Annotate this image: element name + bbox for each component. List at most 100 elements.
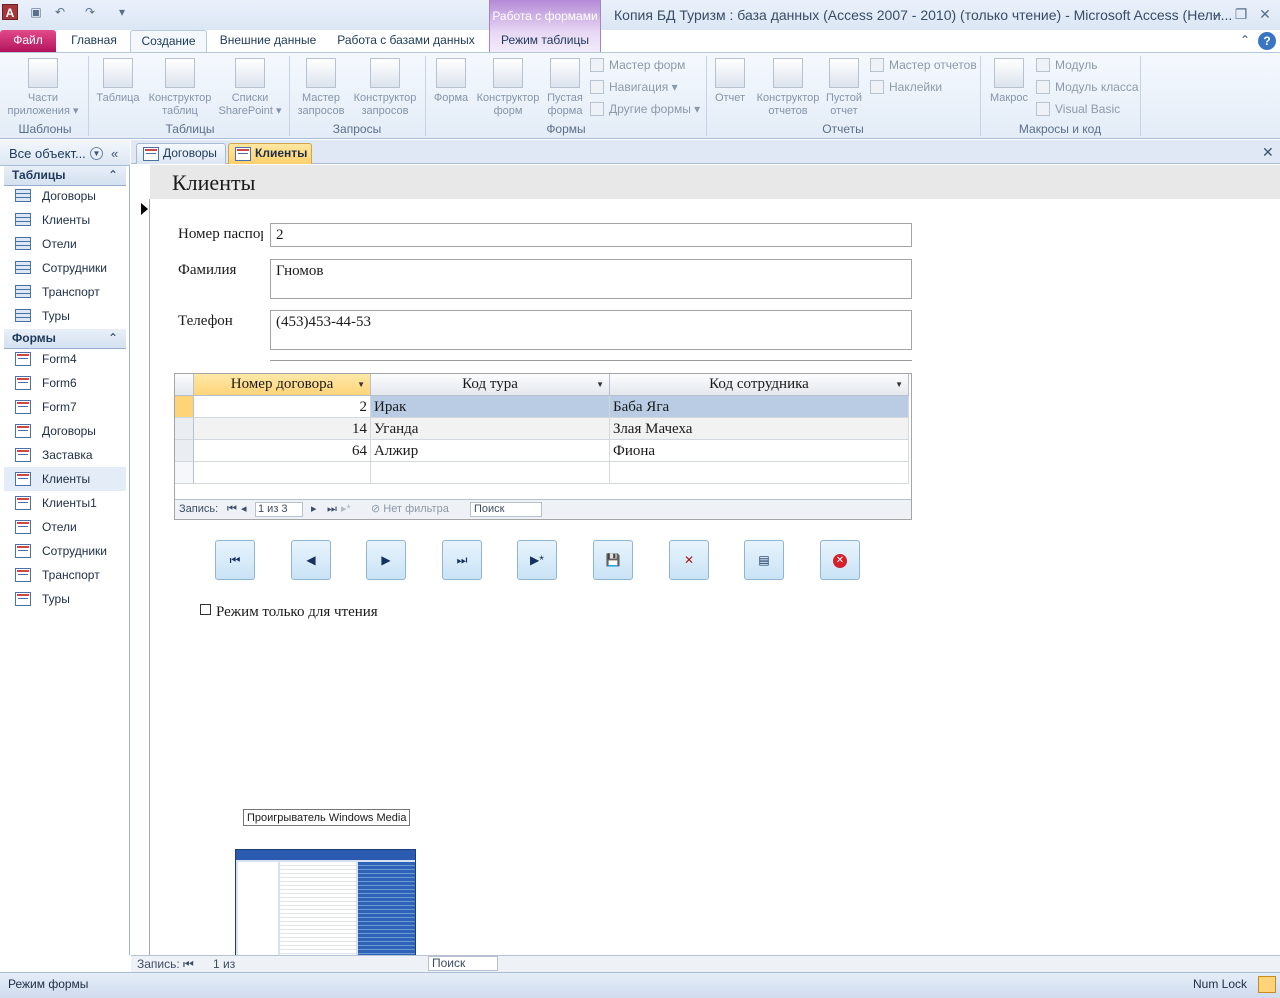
nav-table-item[interactable]: Отели (4, 232, 126, 256)
labels-button[interactable]: Наклейки (870, 78, 942, 98)
nav-section-tables[interactable]: Таблицы ⌃ (4, 166, 126, 186)
collapse-pane-icon[interactable]: « (111, 146, 118, 161)
table-cell[interactable]: Ирак (371, 396, 610, 418)
class-module-button[interactable]: Модуль класса (1036, 78, 1139, 98)
report-button[interactable]: Отчет (710, 58, 750, 105)
form-view-icon[interactable] (1258, 976, 1276, 993)
nav-form-item[interactable]: Транспорт (4, 563, 126, 587)
form-search-input[interactable]: Поиск (428, 956, 498, 971)
minimize-icon[interactable]: – (1207, 6, 1227, 22)
tab-database-tools[interactable]: Работа с базами данных (330, 30, 482, 53)
redo-icon[interactable]: ↷ (82, 4, 98, 20)
table-cell[interactable]: 2 (194, 396, 371, 418)
first-record-button[interactable]: ⏮ (215, 540, 255, 580)
table-cell[interactable]: Баба Яга (610, 396, 909, 418)
record-position-field[interactable]: 1 из 3 (255, 502, 303, 517)
table-cell[interactable]: 14 (194, 418, 371, 440)
subform-search-input[interactable]: Поиск (470, 502, 542, 517)
table-cell[interactable]: Уганда (371, 418, 610, 440)
row-selector[interactable] (175, 396, 194, 418)
nav-table-item[interactable]: Договоры (4, 184, 126, 208)
nav-form-item-selected[interactable]: Клиенты (4, 467, 126, 491)
nav-form-item[interactable]: Отели (4, 515, 126, 539)
collapse-section-icon[interactable]: ⌃ (108, 329, 118, 348)
prev-record-icon[interactable]: ◂ (241, 500, 247, 519)
module-button[interactable]: Модуль (1036, 56, 1098, 76)
delete-record-button[interactable]: ✕ (669, 540, 709, 580)
phone-field[interactable]: (453)453-44-53 (270, 310, 912, 350)
tab-external-data[interactable]: Внешние данные (213, 30, 323, 53)
more-forms-button[interactable]: Другие формы ▾ (590, 100, 700, 120)
macro-button[interactable]: Макрос (985, 58, 1033, 105)
passport-field[interactable]: 2 (270, 223, 912, 247)
navigation-button[interactable]: Навигация ▾ (590, 78, 678, 98)
first-record-icon[interactable]: ⏮ (183, 956, 194, 972)
table-cell[interactable]: Злая Мачеха (610, 418, 909, 440)
last-record-icon[interactable]: ⏭ (327, 500, 337, 519)
last-record-button[interactable]: ⏭ (442, 540, 482, 580)
new-record-button[interactable]: ▶* (517, 540, 557, 580)
table-cell[interactable]: 64 (194, 440, 371, 462)
close-window-icon[interactable]: ✕ (1255, 6, 1275, 22)
next-record-icon[interactable]: ▸ (311, 500, 317, 519)
new-row-cell[interactable] (194, 462, 371, 484)
doc-tab-clients[interactable]: Клиенты (228, 143, 312, 164)
next-record-button[interactable]: ▶ (366, 540, 406, 580)
new-row-cell[interactable] (610, 462, 909, 484)
select-all-corner[interactable] (175, 374, 194, 396)
close-form-button[interactable]: ✕ (820, 540, 860, 580)
nav-table-item[interactable]: Сотрудники (4, 256, 126, 280)
tab-home[interactable]: Главная (62, 30, 126, 53)
new-row-cell[interactable] (371, 462, 610, 484)
column-header[interactable]: Номер договора ▼ (194, 374, 371, 396)
form-designer-button[interactable]: Конструктор форм (472, 58, 544, 118)
report-wizard-button[interactable]: Мастер отчетов (870, 56, 977, 76)
form-button[interactable]: Форма (430, 58, 472, 105)
table-cell[interactable]: Алжир (371, 440, 610, 462)
blank-form-button[interactable]: Пустая форма (544, 58, 586, 118)
save-record-button[interactable]: 💾 (593, 540, 633, 580)
restore-icon[interactable]: ❐ (1231, 6, 1251, 22)
nav-section-forms[interactable]: Формы ⌃ (4, 329, 126, 349)
row-selector[interactable] (175, 440, 194, 462)
prev-record-button[interactable]: ◀ (291, 540, 331, 580)
nav-form-item[interactable]: Клиенты1 (4, 491, 126, 515)
nav-form-item[interactable]: Договоры (4, 419, 126, 443)
chevron-down-icon[interactable]: ▼ (895, 374, 903, 395)
save-icon[interactable]: ▣ (28, 4, 44, 20)
first-record-icon[interactable]: ⏮ (227, 500, 237, 519)
visual-basic-button[interactable]: Visual Basic (1036, 100, 1120, 120)
record-position-field[interactable]: 1 из (213, 956, 235, 972)
chevron-down-icon[interactable]: ▼ (90, 147, 103, 160)
undo-icon[interactable]: ↶ (52, 4, 68, 20)
access-app-icon[interactable]: A (2, 4, 18, 20)
no-filter-button[interactable]: ⊘ Нет фильтра (371, 500, 449, 519)
nav-form-item[interactable]: Туры (4, 587, 126, 611)
tab-create[interactable]: Создание (130, 30, 207, 53)
nav-table-item[interactable]: Туры (4, 304, 126, 328)
query-designer-button[interactable]: Конструктор запросов (350, 58, 420, 118)
close-document-icon[interactable]: ✕ (1262, 144, 1274, 161)
nav-form-item[interactable]: Form6 (4, 371, 126, 395)
tab-datasheet[interactable]: Режим таблицы (491, 30, 599, 53)
customize-qat-icon[interactable]: ▾ (114, 4, 130, 20)
record-selector[interactable] (131, 199, 150, 955)
minimize-ribbon-icon[interactable]: ⌃ (1240, 33, 1250, 47)
nav-table-item[interactable]: Клиенты (4, 208, 126, 232)
tab-file[interactable]: Файл (0, 30, 56, 52)
blank-report-button[interactable]: Пустой отчет (822, 58, 866, 118)
column-header[interactable]: Код сотрудника ▼ (610, 374, 909, 396)
form-wizard-button[interactable]: Мастер форм (590, 56, 685, 76)
collapse-section-icon[interactable]: ⌃ (108, 166, 118, 185)
table-cell[interactable]: Фиона (610, 440, 909, 462)
nav-table-item[interactable]: Транспорт (4, 280, 126, 304)
open-form-button[interactable]: ▤ (744, 540, 784, 580)
app-parts-button[interactable]: Части приложения ▾ (4, 58, 82, 118)
nav-form-item[interactable]: Сотрудники (4, 539, 126, 563)
chevron-down-icon[interactable]: ▼ (596, 374, 604, 395)
nav-form-item[interactable]: Заставка (4, 443, 126, 467)
help-icon[interactable]: ? (1258, 32, 1276, 50)
nav-form-item[interactable]: Form7 (4, 395, 126, 419)
chevron-down-icon[interactable]: ▼ (357, 374, 365, 395)
nav-pane-title[interactable]: Все объект... (9, 146, 86, 161)
